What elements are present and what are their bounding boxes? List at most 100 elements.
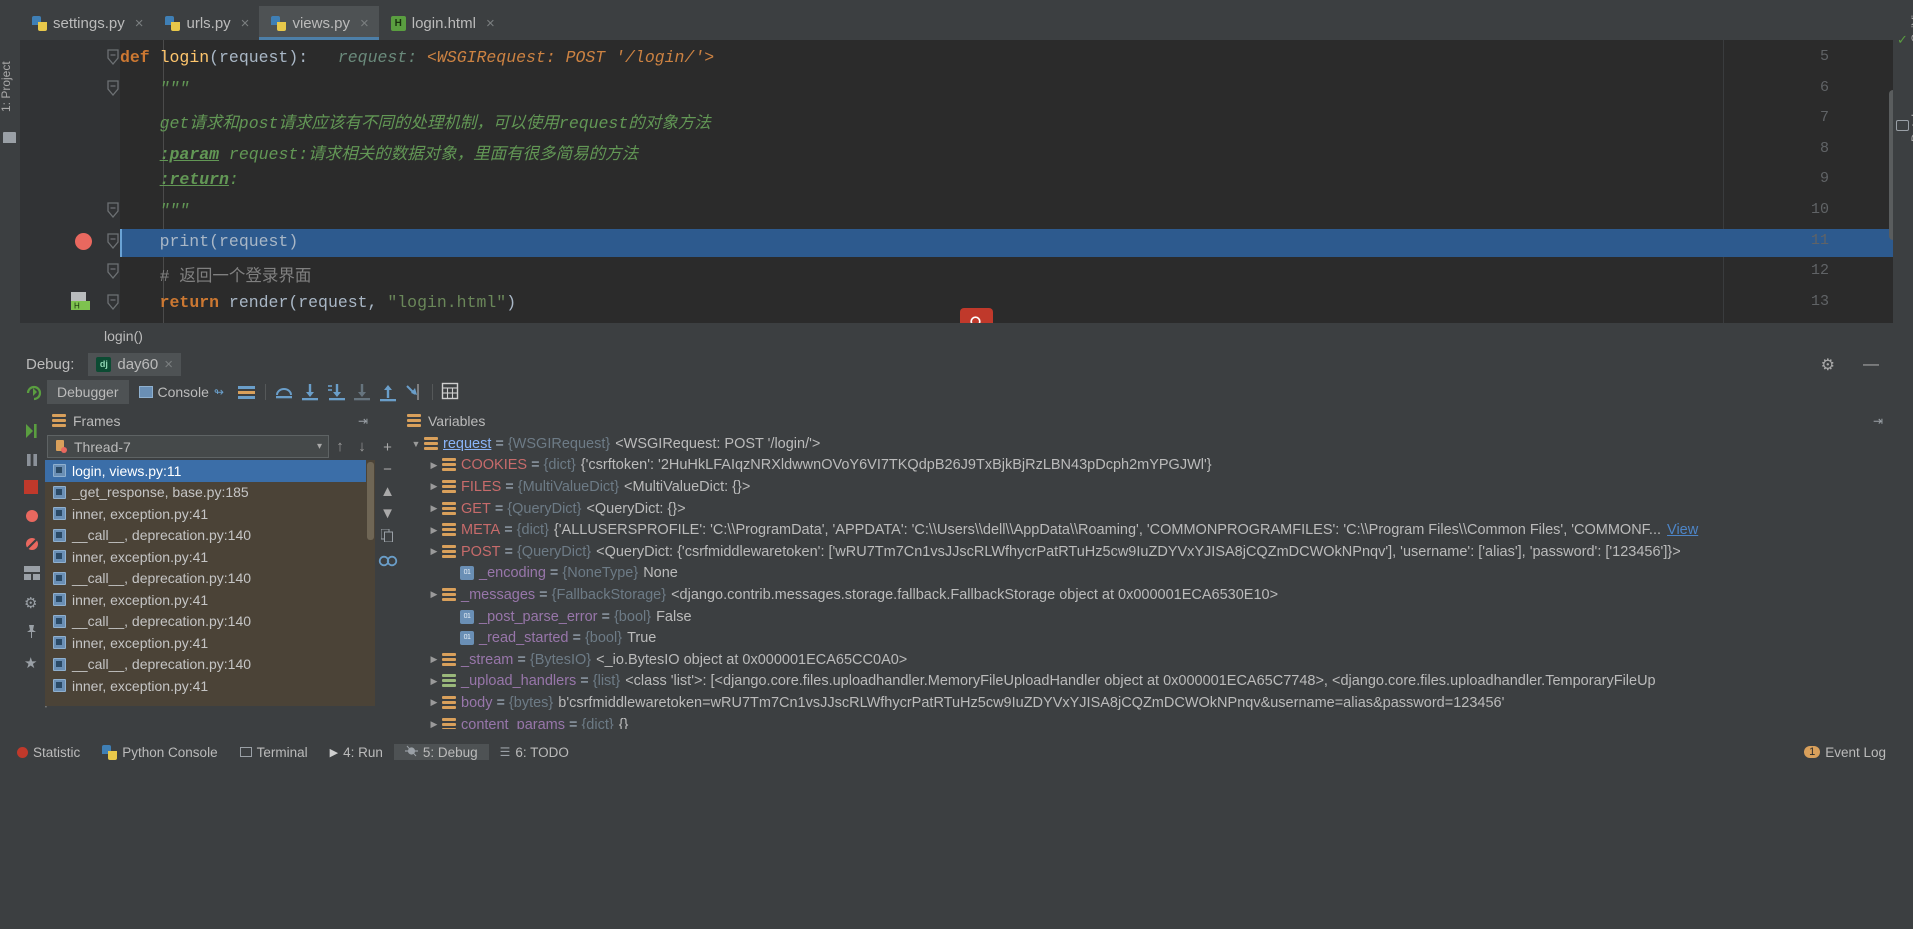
resume-program-icon[interactable] [23,422,41,445]
close-icon[interactable]: × [164,356,173,373]
variable-row[interactable]: ▶ content_params = {dict} {} [400,714,1893,729]
frame-list-item[interactable]: inner, exception.py:41 [45,546,375,568]
variable-row[interactable]: _post_parse_error={bool}False [400,606,1893,628]
code-line[interactable]: get请求和post请求应该有不同的处理机制，可以使用request的对象方法 [120,109,711,133]
frame-list-item[interactable]: inner, exception.py:41 [45,589,375,611]
move-down-button[interactable]: ▼ [375,502,400,524]
variables-tree[interactable]: ▼ request = {WSGIRequest} <WSGIRequest: POST… [400,433,1893,729]
status-item-debug[interactable]: 5: Debug [393,744,489,760]
layout-settings-icon[interactable] [24,566,40,585]
tab-debugger[interactable]: Debugger [47,380,129,404]
variable-row[interactable]: _read_started={bool}True [400,627,1893,649]
frames-scrollbar[interactable] [366,460,375,706]
tool-button-collapse[interactable]: — [1909,711,1913,722]
code-line[interactable]: """ [120,201,190,220]
evaluate-expression-icon[interactable] [441,382,461,402]
code-fold-arrow[interactable] [106,49,120,66]
code-line[interactable]: return render(request, "login.html") [120,293,516,312]
variable-row[interactable]: ▶ _upload_handlers = {list} <class 'list'>: … [400,671,1893,693]
status-item-event-log[interactable]: 1 Event Log [1793,745,1897,760]
expand-arrow-closed-icon[interactable]: ▶ [426,589,442,600]
frame-list-item[interactable]: _get_response, base.py:185 [45,482,375,504]
status-item-python-console[interactable]: Python Console [91,744,228,760]
variable-row[interactable]: ▶ FILES = {MultiValueDict} <MultiValueDict: … [400,476,1893,498]
close-icon[interactable]: × [486,15,495,32]
frame-list-item[interactable]: __call__, deprecation.py:140 [45,568,375,590]
editor-tab-login-html[interactable]: login.html × [378,6,505,40]
stop-icon[interactable] [24,480,38,494]
editor-tab-urls-py[interactable]: urls.py × [153,6,260,40]
view-value-link[interactable]: View [1667,522,1698,538]
frame-down-button[interactable]: ↓ [351,438,373,455]
html-marker-icon[interactable]: H [70,291,92,311]
tab-console[interactable]: Console ↬ [129,380,234,404]
status-item-run[interactable]: ▶ 4: Run [319,745,394,760]
frame-list-item[interactable]: inner, exception.py:41 [45,503,375,525]
close-icon[interactable]: × [360,15,369,32]
soft-wrap-icon[interactable]: ↬ [214,385,224,399]
variable-row[interactable]: ▶ POST = {QueryDict} <QueryDict: {'csrfmiddl… [400,541,1893,563]
settings-icon[interactable]: ⇥ [358,414,375,428]
breakpoint-marker[interactable] [75,232,92,250]
remove-watch-button[interactable]: − [375,458,400,480]
close-icon[interactable]: × [241,15,250,32]
status-item-statistic[interactable]: Statistic [6,745,91,760]
variable-row[interactable]: ▶ META = {dict} {'ALLUSERSPROFILE': 'C:\\Pro… [400,519,1893,541]
variable-row[interactable]: ▶ COOKIES = {dict} {'csrftoken': '2HuHkLFAIq… [400,455,1893,477]
gear-icon[interactable]: ⚙ [1807,355,1849,375]
rerun-icon[interactable] [20,384,47,401]
scrollbar-thumb[interactable] [367,462,374,540]
pause-program-icon[interactable] [24,452,40,473]
tool-button-database[interactable]: Database [1909,91,1913,142]
expand-arrow-closed-icon[interactable]: ▶ [426,481,442,492]
expand-arrow-closed-icon[interactable]: ▶ [426,503,442,514]
run-to-cursor-icon[interactable] [378,382,398,402]
variable-row[interactable]: ▶ _messages = {FallbackStorage} <django.cont… [400,584,1893,606]
code-fold-arrow[interactable] [106,202,120,219]
layout-icon[interactable] [237,382,257,402]
variable-row[interactable]: _encoding={NoneType}None [400,563,1893,585]
frame-list-item[interactable]: __call__, deprecation.py:140 [45,654,375,676]
debug-session-tab[interactable]: day60 × [88,353,182,376]
frame-list-item[interactable]: __call__, deprecation.py:140 [45,611,375,633]
frame-up-button[interactable]: ↑ [329,438,351,455]
editor-gutter[interactable] [20,40,120,323]
frame-list-item[interactable]: inner, exception.py:41 [45,675,375,697]
variable-row[interactable]: ▼ request = {WSGIRequest} <WSGIRequest: POST… [400,433,1893,455]
cursor-step-icon[interactable] [404,382,424,402]
status-item-todo[interactable]: ☰ 6: TODO [489,745,580,760]
tool-button-sciview[interactable]: SciView [1909,0,1913,42]
expand-arrow-closed-icon[interactable]: ▶ [426,697,442,708]
code-line[interactable]: def login(request): request: <WSGIReques… [120,48,714,67]
code-fold-arrow[interactable] [106,232,120,249]
view-breakpoints-icon[interactable] [24,508,40,529]
code-line[interactable]: :param request:请求相关的数据对象，里面有很多简易的方法 [120,140,639,164]
frame-list-item[interactable]: __call__, deprecation.py:140 [45,525,375,547]
frame-list-item[interactable]: inner, exception.py:41 [45,632,375,654]
variable-row[interactable]: ▶ GET = {QueryDict} <QueryDict: {}> [400,498,1893,520]
code-fold-arrow[interactable] [106,79,120,96]
copy-icon[interactable] [375,524,400,546]
force-step-into-icon[interactable] [326,382,346,402]
code-editor[interactable]: 5 def login(request): request: <WSGIReque… [20,40,1893,323]
help-icon[interactable]: ★ [24,654,37,672]
expand-arrow-closed-icon[interactable]: ▶ [426,654,442,665]
step-out-icon[interactable] [352,382,372,402]
expand-arrow-closed-icon[interactable]: ▶ [426,546,442,557]
code-fold-arrow[interactable] [106,294,120,310]
settings-icon[interactable]: ⚙ [24,594,37,612]
close-icon[interactable]: × [135,15,144,32]
frames-list[interactable]: login, views.py:11 _get_response, base.py… [45,460,375,706]
code-line[interactable]: :return: [120,170,239,189]
variable-row[interactable]: ▶ _stream = {BytesIO} <_io.BytesIO object at… [400,649,1893,671]
editor-tab-views-py[interactable]: views.py × [259,6,380,40]
thread-selector[interactable]: Thread-7 ▾ [47,435,329,458]
step-over-icon[interactable] [274,382,294,402]
status-item-terminal[interactable]: Terminal [229,745,319,760]
code-fold-arrow[interactable] [106,263,120,280]
code-line[interactable]: """ [120,79,190,98]
breadcrumb[interactable]: login() [20,323,1893,348]
pin-icon[interactable] [24,624,39,644]
tool-button-project[interactable]: 1: Project [0,61,13,112]
code-line[interactable]: print(request) [120,232,299,251]
